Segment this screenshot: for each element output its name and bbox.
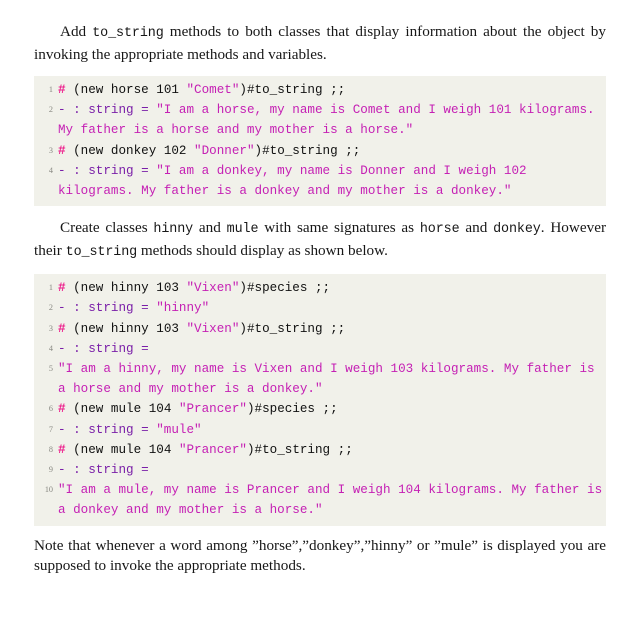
code-line-number: 9 [48, 465, 53, 475]
code-line: 2 - : string = "hinny" [34, 298, 606, 318]
code-token: - : string = [58, 301, 157, 316]
code-line-number: 3 [48, 323, 53, 333]
code-line-number: 3 [48, 145, 53, 155]
inline-code-horse: horse [419, 222, 460, 238]
inline-code-donkey: donkey [493, 222, 541, 238]
middle-text-part-6: methods should display as shown below. [137, 241, 388, 259]
spacer-after-listing-one [34, 206, 606, 218]
code-listing-one: 1 # (new horse 101 "Comet")#to_string ;; 2… [34, 76, 606, 207]
code-line-number: 8 [48, 444, 53, 454]
middle-text-part-2: and [193, 219, 227, 237]
code-listing-two: 1 # (new hinny 103 "Vixen")#species ;; 2- … [34, 274, 606, 526]
code-line-number: 10 [44, 485, 53, 495]
code-token: )#to_string ;; [239, 321, 346, 336]
code-token: (new mule 104 [73, 402, 179, 417]
code-line-number: 2 [48, 303, 53, 313]
code-line-content: - : string = "I am a donkey, my name is … [58, 161, 606, 201]
code-token: # [58, 402, 74, 417]
code-line-content: # (new mule 104 "Prancer")#species ;; [58, 399, 606, 419]
code-token: - : string = [58, 341, 149, 356]
code-token: "Prancer" [178, 442, 247, 457]
spacer-after-listing-two [34, 526, 606, 536]
spacer-after-middle [34, 263, 606, 274]
code-line-number: 5 [48, 364, 53, 374]
code-line-content: "I am a hinny, my name is Vixen and I we… [58, 359, 606, 399]
code-line: 4 - : string = [34, 339, 606, 359]
code-line-content: - : string = "mule" [58, 420, 606, 440]
code-token: (new donkey 102 [73, 143, 195, 158]
code-token: "Comet" [186, 83, 240, 97]
code-line-number: 7 [48, 424, 53, 434]
code-line-content: # (new mule 104 "Prancer")#to_string ;; [58, 440, 606, 460]
code-line-content: - : string = [58, 339, 606, 359]
code-line-content: # (new hinny 103 "Vixen")#species ;; [58, 278, 606, 298]
code-line-number: 4 [48, 343, 53, 353]
middle-text-part-4: and [459, 219, 494, 237]
intro-text-part-1: Add [60, 23, 93, 40]
paragraph-middle: Create classes hinny and mule with same … [34, 218, 606, 263]
code-token: # [58, 143, 74, 158]
code-token: "Vixen" [186, 321, 240, 336]
code-line-number: 1 [48, 283, 53, 293]
code-line: 1 # (new hinny 103 "Vixen")#species ;; [34, 278, 606, 298]
code-token: - : string = [58, 103, 157, 118]
code-line-content: # (new donkey 102 "Donner")#to_string ;; [58, 141, 606, 161]
inline-code-mule: mule [226, 222, 259, 238]
document-page: Add to_string methods to both classes th… [0, 0, 642, 643]
code-line: 5 "I am a hinny, my name is Vixen and I w… [34, 359, 606, 399]
spacer-after-intro [34, 65, 606, 76]
code-line: 9 - : string = [34, 460, 606, 480]
code-token: )#to_string ;; [246, 442, 353, 457]
inline-code-to-string: to_string [92, 26, 164, 41]
code-token: "Donner" [194, 143, 255, 158]
code-line: 6 # (new mule 104 "Prancer")#species ;; [34, 399, 606, 419]
code-token: # [58, 281, 74, 296]
code-token: "Prancer" [178, 402, 247, 417]
code-token: (new mule 104 [73, 442, 179, 457]
code-line: 2 - : string = "I am a horse, my name is … [34, 100, 606, 140]
code-line-content: # (new horse 101 "Comet")#to_string ;; [58, 80, 606, 100]
paragraph-closing: Note that whenever a word among ”horse”,… [34, 536, 606, 575]
code-line-number: 4 [48, 165, 53, 175]
inline-code-hinny: hinny [153, 222, 194, 238]
code-token: # [58, 442, 74, 457]
middle-text-part-1: Create classes [60, 219, 154, 237]
code-line-number: 6 [48, 404, 53, 414]
code-line-number: 2 [48, 105, 53, 115]
code-token: "hinny" [156, 301, 210, 316]
code-line: 1 # (new horse 101 "Comet")#to_string ;; [34, 80, 606, 100]
code-line-content: # (new hinny 103 "Vixen")#to_string ;; [58, 319, 606, 339]
code-line: 7 - : string = "mule" [34, 420, 606, 440]
code-token: )#to_string ;; [254, 143, 361, 158]
code-line: 3 # (new hinny 103 "Vixen")#to_string ;; [34, 319, 606, 339]
code-token: "I am a mule, my name is Prancer and I w… [58, 483, 610, 518]
code-line: 3 # (new donkey 102 "Donner")#to_string ;… [34, 141, 606, 161]
code-token: "Vixen" [186, 281, 240, 296]
code-token: "mule" [156, 422, 202, 437]
code-token: )#species ;; [239, 281, 331, 296]
code-token: (new hinny 103 [73, 281, 187, 296]
code-line-content: - : string = "hinny" [58, 298, 606, 318]
code-token: (new horse 101 [73, 83, 187, 97]
code-line-content: - : string = [58, 460, 606, 480]
code-token: # [58, 321, 74, 336]
middle-text-part-3: with same signatures as [258, 219, 420, 237]
code-token: - : string = [58, 163, 157, 178]
code-token: (new hinny 103 [73, 321, 187, 336]
code-token: # [58, 83, 74, 97]
code-token: "I am a hinny, my name is Vixen and I we… [58, 362, 603, 397]
code-line-number: 1 [48, 85, 53, 94]
code-line-content: "I am a mule, my name is Prancer and I w… [58, 480, 606, 520]
code-line: 4 - : string = "I am a donkey, my name is… [34, 161, 606, 201]
code-line-content: - : string = "I am a horse, my name is C… [58, 100, 606, 140]
code-token: )#species ;; [246, 402, 338, 417]
paragraph-intro: Add to_string methods to both classes th… [34, 22, 606, 65]
code-token: - : string = [58, 422, 157, 437]
code-token: )#to_string ;; [239, 83, 346, 97]
code-line: 10 "I am a mule, my name is Prancer and I… [34, 480, 606, 520]
code-line: 8 # (new mule 104 "Prancer")#to_string ;; [34, 440, 606, 460]
inline-code-to-string-2: to_string [65, 244, 138, 260]
code-token: - : string = [58, 463, 149, 478]
